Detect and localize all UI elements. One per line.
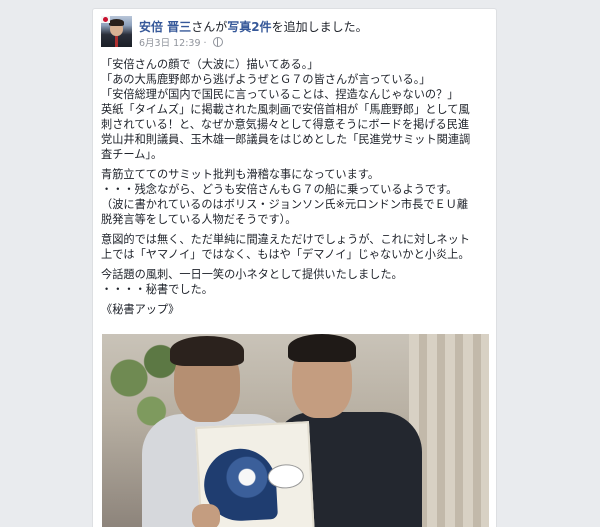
- post-text-line: 「安倍さんの顔で（大波に）描いてある。」: [101, 58, 319, 71]
- avatar-tie: [115, 36, 118, 47]
- post-text-line: 査チーム」。: [101, 148, 163, 161]
- post-time[interactable]: 12:39: [173, 38, 200, 49]
- post-card: 安倍 晋三さんが写真2件を追加しました。 6月3日 12:39 · 「安倍さんの…: [92, 8, 497, 527]
- post-text-line: ・・・残念ながら、どうも安倍さんもＧ７の船に乗っているようです。: [101, 183, 458, 196]
- person-right-hair: [288, 334, 356, 362]
- person-left-hair: [170, 336, 244, 366]
- speech-bubble: [267, 463, 305, 490]
- author-name-link[interactable]: 安倍 晋三: [139, 20, 191, 34]
- hand-shape: [192, 504, 220, 527]
- post-text-line: 刺されている！と、なぜか意気揚々として得意そうにボードを掲げる民進: [101, 118, 470, 131]
- post-text-line: 青筋立ててのサミット批判も滑稽な事になっています。: [101, 168, 380, 181]
- post-meta: 6月3日 12:39 ·: [139, 35, 223, 49]
- post-text-line: 今話題の風刺、一日一笑の小ネタとして提供いたしました。: [101, 268, 403, 281]
- flag-icon: [101, 16, 110, 23]
- post-text-line: 「安倍総理が国内で国民に言っていることは、捏造なんじゃないの？」: [101, 88, 459, 101]
- action-text-end: を追加しました。: [271, 20, 368, 34]
- post-header: 安倍 晋三さんが写真2件を追加しました。: [139, 18, 368, 35]
- avatar-hair: [109, 19, 124, 26]
- post-text-line: 脱発言等をしている人物だそうです）。: [101, 213, 297, 226]
- globe-icon[interactable]: [212, 37, 223, 47]
- post-text-line: （波に書かれているのはボリス・ジョンソン氏※元ロンドン市長でＥＵ離: [101, 198, 469, 211]
- post-text-line: 上では「ヤマノイ」ではなく、もはや「デマノイ」じゃないかと小炎上。: [101, 248, 470, 261]
- meta-separator: ·: [203, 38, 207, 49]
- photos-link[interactable]: 写真2件: [227, 20, 271, 34]
- post-photo[interactable]: [102, 334, 489, 527]
- post-text-line: ・・・・秘書でした。: [101, 283, 213, 296]
- post-body: 「安倍さんの顔で（大波に）描いてある。」「あの大馬鹿野郎から逃げようぜとＧ７の皆…: [101, 57, 495, 317]
- post-text-line: 英紙「タイムズ」に掲載された風刺画で安倍首相が「馬鹿野郎」として風: [101, 103, 470, 116]
- post-text-line: 「あの大馬鹿野郎から逃げようぜとＧ７の皆さんが言っている。」: [101, 73, 431, 86]
- post-text-line: 党山井和則議員、玉木雄一郎議員をはじめとした「民進党サミット関連調: [101, 133, 471, 146]
- post-date-link[interactable]: 6月3日: [139, 38, 170, 49]
- author-avatar[interactable]: [101, 16, 132, 47]
- action-text: さんが: [191, 20, 228, 34]
- post-text-line: 《秘書アップ》: [101, 303, 180, 316]
- post-text-line: 意図的では無く、ただ単純に間違えただけでしょうが、これに対しネット: [101, 233, 470, 246]
